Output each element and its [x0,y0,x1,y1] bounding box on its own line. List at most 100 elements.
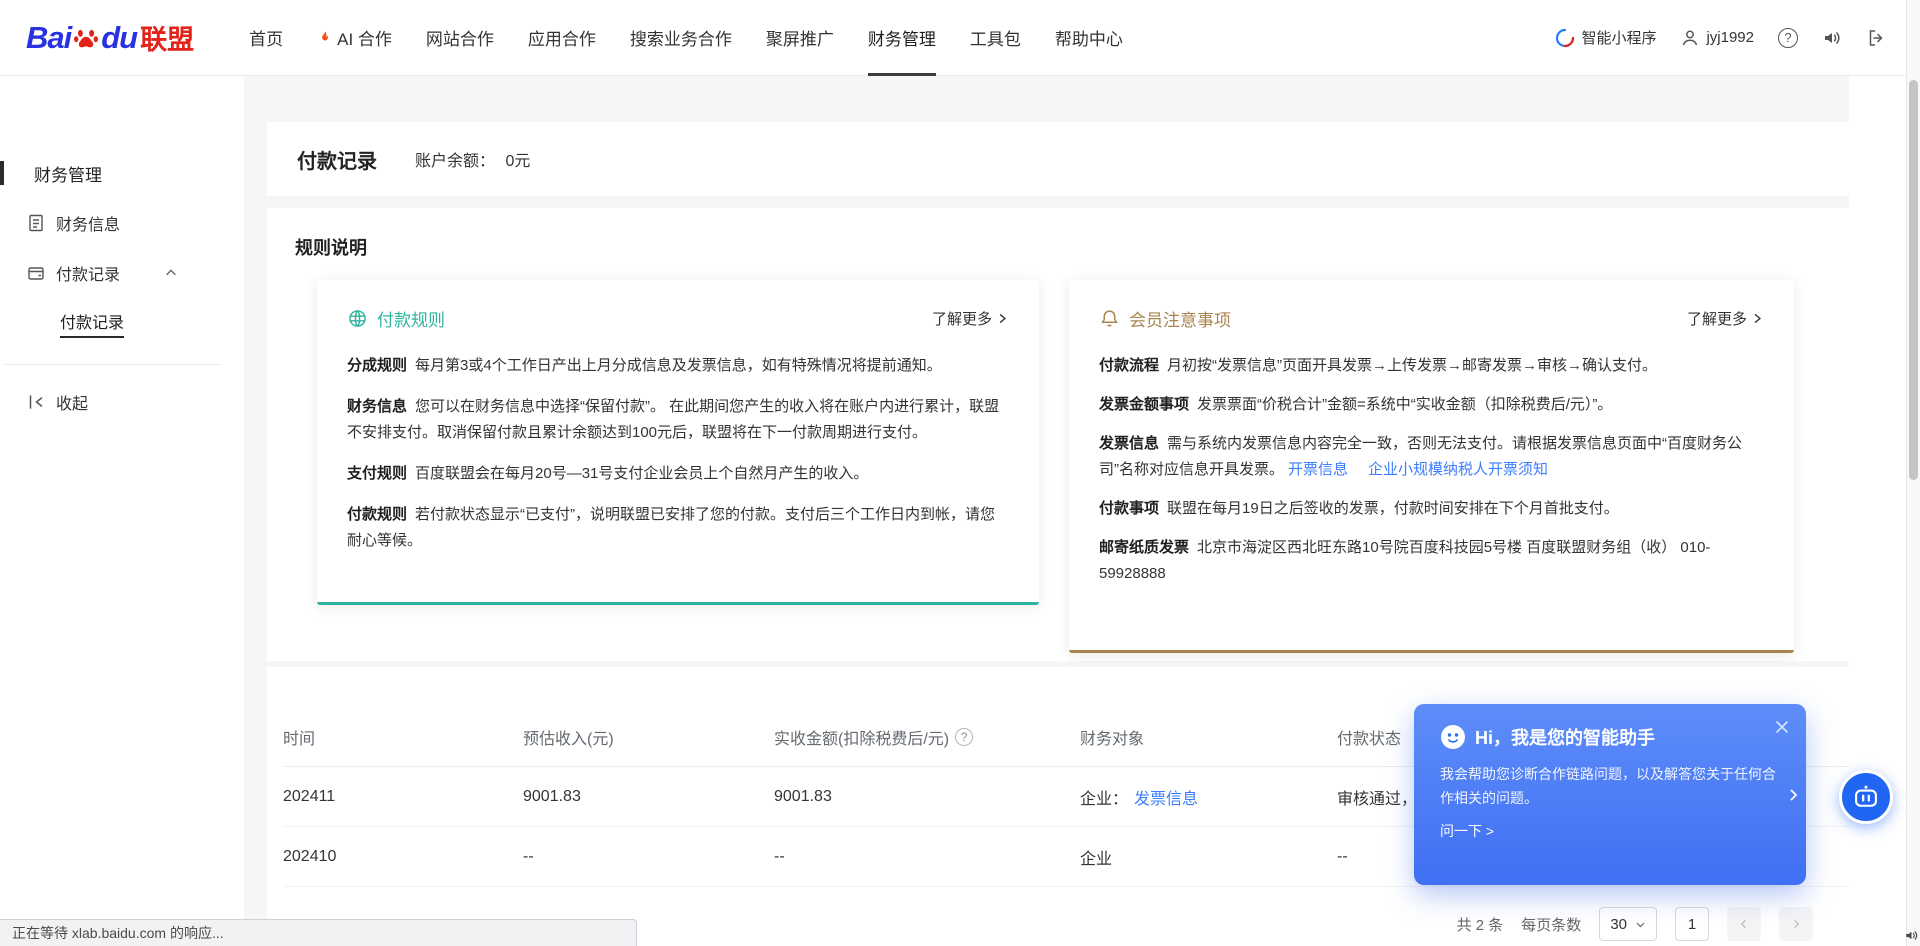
sidebar-collapse-button[interactable]: 收起 [0,377,244,427]
rule-item: 分成规则每月第3或4个工作日产出上月分成信息及发票信息，如有特殊情况将提前通知。 [347,353,1009,379]
rules-cards: 付款规则 了解更多 分成规则每月第3或4个工作日产出上月分成信息及发票信息，如有… [317,280,1794,653]
rule-label: 财务信息 [347,398,407,415]
baidu-union-logo[interactable]: Bai du 联盟 [26,18,194,57]
member-notice-more-link[interactable]: 了解更多 [1687,308,1764,329]
topbar-right-area: 智能小程序 jyj1992 ? [1555,27,1920,48]
rule-label: 付款流程 [1099,357,1159,374]
nav-app-cooperation[interactable]: 应用合作 [528,0,596,76]
chat-assistant-button[interactable] [1839,770,1893,824]
small-taxpayer-notice-link[interactable]: 企业小规模纳税人开票须知 [1368,461,1548,478]
collapse-icon [26,392,46,412]
status-text: 正在等待 xlab.baidu.com 的响应... [12,923,224,943]
rule-label: 邮寄纸质发票 [1099,539,1189,556]
logo-text-du: du [101,20,137,56]
nav-finance-management[interactable]: 财务管理 [868,0,936,76]
column-finance-entity: 财务对象 [1080,725,1337,749]
assistant-popup: Hi，我是您的智能助手 我会帮助您诊断合作链路问题，以及解答您关于任何合作相关的… [1414,704,1806,885]
rule-item: 财务信息您可以在财务信息中选择“保留付款”。 在此期间您产生的收入将在账户内进行… [347,394,1009,446]
browser-status-bar: 正在等待 xlab.baidu.com 的响应... [0,919,637,946]
account-balance: 账户余额： 0元 [415,147,530,171]
rule-item: 支付规则百度联盟会在每月20号—31号支付企业会员上个自然月产生的收入。 [347,461,1009,487]
cell-actual-amount: -- [774,848,1080,866]
ask-now-link[interactable]: 问一下 > [1440,821,1780,841]
payment-rules-icon [347,308,368,329]
sidebar: 财务管理 财务信息 付款记录 付款记录 收起 [0,76,244,946]
robot-icon [1852,783,1880,811]
chevron-right-icon [996,312,1009,325]
payment-rules-card-title: 付款规则 [377,306,445,331]
rule-label: 发票金额事项 [1099,396,1189,413]
rule-item: 付款事项联盟在每月19日之后签收的发票，付款时间安排在下个月首批支付。 [1099,496,1764,522]
user-account[interactable]: jyj1992 [1680,28,1754,48]
per-page-value: 30 [1610,916,1627,933]
speaker-icon[interactable] [1822,28,1842,48]
cell-time: 202411 [283,788,523,806]
chevron-right-icon [1751,312,1764,325]
user-icon [1680,28,1700,48]
rule-text: 发票票面“价税合计”金额=系统中“实收金额（扣除税费后/元）”。 [1197,396,1612,413]
column-actual-amount: 实收金额(扣除税费后/元)? [774,725,1080,749]
sidebar-item-payment-records[interactable]: 付款记录 [0,248,244,298]
assistant-header: Hi，我是您的智能助手 [1440,724,1780,750]
smart-miniprogram-link[interactable]: 智能小程序 [1555,27,1656,48]
logout-icon[interactable] [1866,28,1886,48]
nav-help-center[interactable]: 帮助中心 [1055,0,1123,76]
rule-label: 发票信息 [1099,435,1159,452]
sidebar-section-finance[interactable]: 财务管理 [0,148,244,198]
column-time: 时间 [283,725,523,749]
next-page-button[interactable] [1779,907,1813,941]
member-notice-card-title: 会员注意事项 [1129,306,1231,331]
baidu-paw-icon [72,24,100,52]
sidebar-divider [4,364,222,365]
rule-links: 开票信息 企业小规模纳税人开票须知 [1288,461,1568,478]
balance-value: 0元 [505,153,530,170]
per-page-label: 每页条数 [1521,914,1581,935]
nav-ai-cooperation[interactable]: AI 合作 [317,0,392,76]
sidebar-item-finance-info[interactable]: 财务信息 [0,198,244,248]
rule-text: 联盟在每月19日之后签收的发票，付款时间安排在下个月首批支付。 [1167,500,1619,517]
rule-label: 支付规则 [347,465,407,482]
more-label: 了解更多 [1687,308,1747,329]
cell-actual-amount: 9001.83 [774,788,1080,806]
invoice-info-link[interactable]: 发票信息 [1134,785,1198,809]
vertical-scrollbar[interactable] [1906,0,1920,946]
invoice-open-info-link[interactable]: 开票信息 [1288,461,1348,478]
more-label: 了解更多 [932,308,992,329]
rule-item: 付款规则若付款状态显示“已支付”，说明联盟已安排了您的付款。支付后三个工作日内到… [347,502,1009,554]
nav-ai-label: AI 合作 [337,25,392,50]
help-icon[interactable]: ? [1778,28,1798,48]
baidu-union-app: Bai du 联盟 首页 AI 合作 网站合作 应用合作 搜索业务合作 聚屏推广… [0,0,1920,946]
nav-search-cooperation[interactable]: 搜索业务合作 [630,0,732,76]
popup-next-chevron-icon[interactable] [1785,787,1801,803]
nav-website-cooperation[interactable]: 网站合作 [426,0,494,76]
close-icon[interactable] [1774,719,1790,735]
rules-panel: 规则说明 付款规则 了解更多 分成规则每月第3或4个工作日产出上月分成信息及发票… [267,208,1849,661]
rule-text: 月初按“发票信息”页面开具发票→上传发票→邮寄发票→审核→确认支付。 [1167,357,1657,374]
nav-home[interactable]: 首页 [249,0,283,76]
sidebar-subitem-label: 付款记录 [60,309,124,338]
chevron-left-icon [1738,918,1750,930]
wallet-icon [26,263,46,283]
document-icon [26,213,46,233]
main-nav: 首页 AI 合作 网站合作 应用合作 搜索业务合作 聚屏推广 财务管理 工具包 … [232,0,1140,76]
top-navigation-bar: Bai du 联盟 首页 AI 合作 网站合作 应用合作 搜索业务合作 聚屏推广… [0,0,1920,76]
nav-toolkit[interactable]: 工具包 [970,0,1021,76]
rule-text: 每月第3或4个工作日产出上月分成信息及发票信息，如有特殊情况将提前通知。 [415,357,942,374]
per-page-select[interactable]: 30 [1599,907,1657,941]
rule-item: 发票信息需与系统内发票信息内容完全一致，否则无法支付。请根据发票信息页面中“百度… [1099,431,1764,483]
rule-text: 您可以在财务信息中选择“保留付款”。 在此期间您产生的收入将在账户内进行累计，联… [347,398,999,441]
nav-juping-promotion[interactable]: 聚屏推广 [766,0,834,76]
page-number-button[interactable]: 1 [1675,907,1709,941]
flame-icon [317,30,333,46]
cell-finance-entity: 企业： 发票信息 [1080,785,1337,809]
corner-speaker-icon[interactable] [1904,928,1919,943]
info-icon[interactable]: ? [955,728,973,746]
logo-text-bai: Bai [26,20,71,56]
sidebar-subitem-payment-records[interactable]: 付款记录 [0,298,244,348]
prev-page-button[interactable] [1727,907,1761,941]
scrollbar-thumb[interactable] [1909,80,1918,480]
balance-label: 账户余额： [415,153,495,170]
column-estimated-income: 预估收入(元) [523,725,774,749]
payment-rules-more-link[interactable]: 了解更多 [932,308,1009,329]
payment-rules-card: 付款规则 了解更多 分成规则每月第3或4个工作日产出上月分成信息及发票信息，如有… [317,280,1039,605]
